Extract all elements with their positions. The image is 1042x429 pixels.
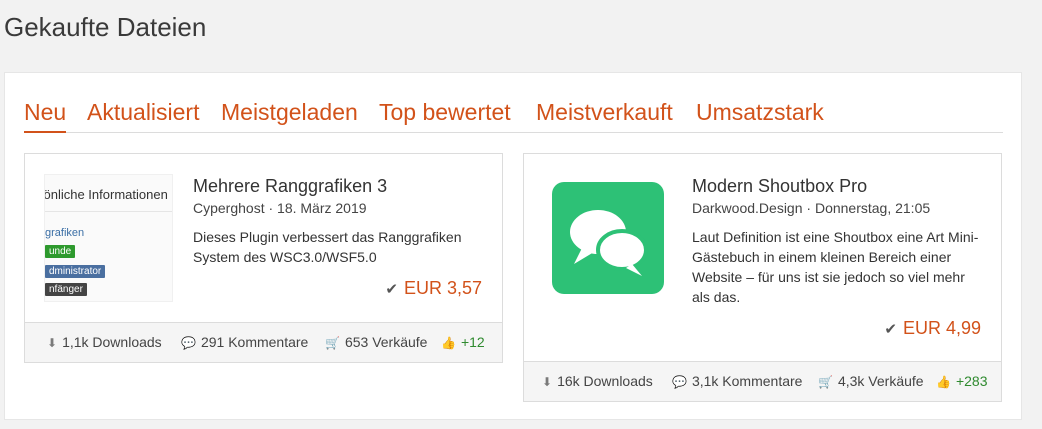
tab-neu[interactable]: Neu: [24, 97, 67, 133]
check-icon: ✔: [884, 321, 897, 338]
rank-badge: nfänger: [45, 283, 87, 296]
cart-icon: 🛒: [818, 375, 833, 389]
downloads-count: 1,1k Downloads: [62, 334, 162, 350]
meta-separator: ·: [806, 200, 815, 216]
likes-stat: 👍 +283: [936, 373, 988, 389]
tab-umsatzstark[interactable]: Umsatzstark: [696, 97, 824, 133]
price-value: EUR 4,99: [902, 318, 981, 338]
likes-count: +12: [460, 334, 485, 350]
comments-stat: 💬 3,1k Kommentare: [672, 373, 802, 389]
page-title: Gekaufte Dateien: [4, 12, 207, 42]
sales-count: 653 Verkäufe: [344, 334, 428, 350]
tab-meistverkauft[interactable]: Meistverkauft: [536, 97, 673, 133]
file-author[interactable]: Cyperghost: [193, 200, 265, 216]
sales-stat: 🛒 4,3k Verkäufe: [818, 373, 924, 389]
file-meta: Cyperghost · 18. März 2019: [193, 200, 367, 216]
file-meta: Darkwood.Design · Donnerstag, 21:05: [692, 200, 930, 216]
comments-count: 3,1k Kommentare: [691, 373, 803, 389]
tab-aktualisiert[interactable]: Aktualisiert: [87, 97, 199, 133]
downloads-stat: ⬇ 16k Downloads: [542, 373, 653, 389]
thumbs-up-icon: 👍: [936, 375, 951, 389]
thumbnail-divider: [45, 211, 172, 212]
thumbnail-heading: sönliche Informationen: [44, 187, 168, 202]
cart-icon: 🛒: [325, 336, 340, 350]
file-stats: ⬇ 16k Downloads 💬 3,1k Kommentare 🛒 4,3k Ve…: [524, 361, 1001, 401]
download-icon: ⬇: [47, 336, 58, 350]
file-author[interactable]: Darkwood.Design: [692, 200, 803, 216]
file-description: Laut Definition ist eine Shoutbox eine A…: [692, 229, 979, 305]
file-thumbnail[interactable]: sönliche Informationen grafiken unde dmi…: [44, 174, 173, 302]
likes-count: +283: [955, 373, 988, 389]
download-icon: ⬇: [542, 375, 553, 389]
chat-bubbles-icon: [570, 210, 648, 276]
tab-top-bewertet[interactable]: Top bewertet: [379, 97, 511, 133]
file-title[interactable]: Modern Shoutbox Pro: [692, 176, 867, 197]
check-icon: ✔: [385, 281, 398, 298]
comments-icon: 💬: [672, 375, 687, 389]
likes-stat: 👍 +12: [441, 334, 485, 350]
downloads-count: 16k Downloads: [557, 373, 653, 389]
tab-bar: Neu Aktualisiert Meistgeladen Top bewert…: [24, 97, 1003, 133]
thumbs-up-icon: 👍: [441, 336, 456, 350]
file-title[interactable]: Mehrere Ranggrafiken 3: [193, 176, 387, 197]
price-value: EUR 3,57: [403, 278, 482, 298]
file-date: 18. März 2019: [277, 200, 367, 216]
sales-count: 4,3k Verkäufe: [837, 373, 924, 389]
comments-icon: 💬: [181, 336, 196, 350]
rank-badge: dministrator: [45, 265, 106, 278]
file-price: ✔ EUR 4,99: [884, 318, 981, 339]
file-card[interactable]: Modern Shoutbox Pro Darkwood.Design · Do…: [523, 153, 1002, 402]
file-date: Donnerstag, 21:05: [814, 200, 931, 216]
sales-stat: 🛒 653 Verkäufe: [325, 334, 427, 350]
files-panel: Neu Aktualisiert Meistgeladen Top bewert…: [4, 72, 1022, 420]
rank-badge: unde: [45, 245, 76, 258]
comments-stat: 💬 291 Kommentare: [181, 334, 308, 350]
file-stats: ⬇ 1,1k Downloads 💬 291 Kommentare 🛒 653 Ver…: [25, 322, 502, 362]
comments-count: 291 Kommentare: [200, 334, 309, 350]
file-card[interactable]: sönliche Informationen grafiken unde dmi…: [24, 153, 503, 363]
tab-meistgeladen[interactable]: Meistgeladen: [221, 97, 358, 133]
thumbnail-link: grafiken: [45, 227, 85, 239]
file-price: ✔ EUR 3,57: [385, 278, 482, 299]
file-description: Dieses Plugin verbessert das Ranggrafike…: [193, 229, 462, 265]
file-thumbnail[interactable]: [552, 182, 664, 294]
downloads-stat: ⬇ 1,1k Downloads: [47, 334, 162, 350]
meta-separator: ·: [268, 200, 278, 216]
